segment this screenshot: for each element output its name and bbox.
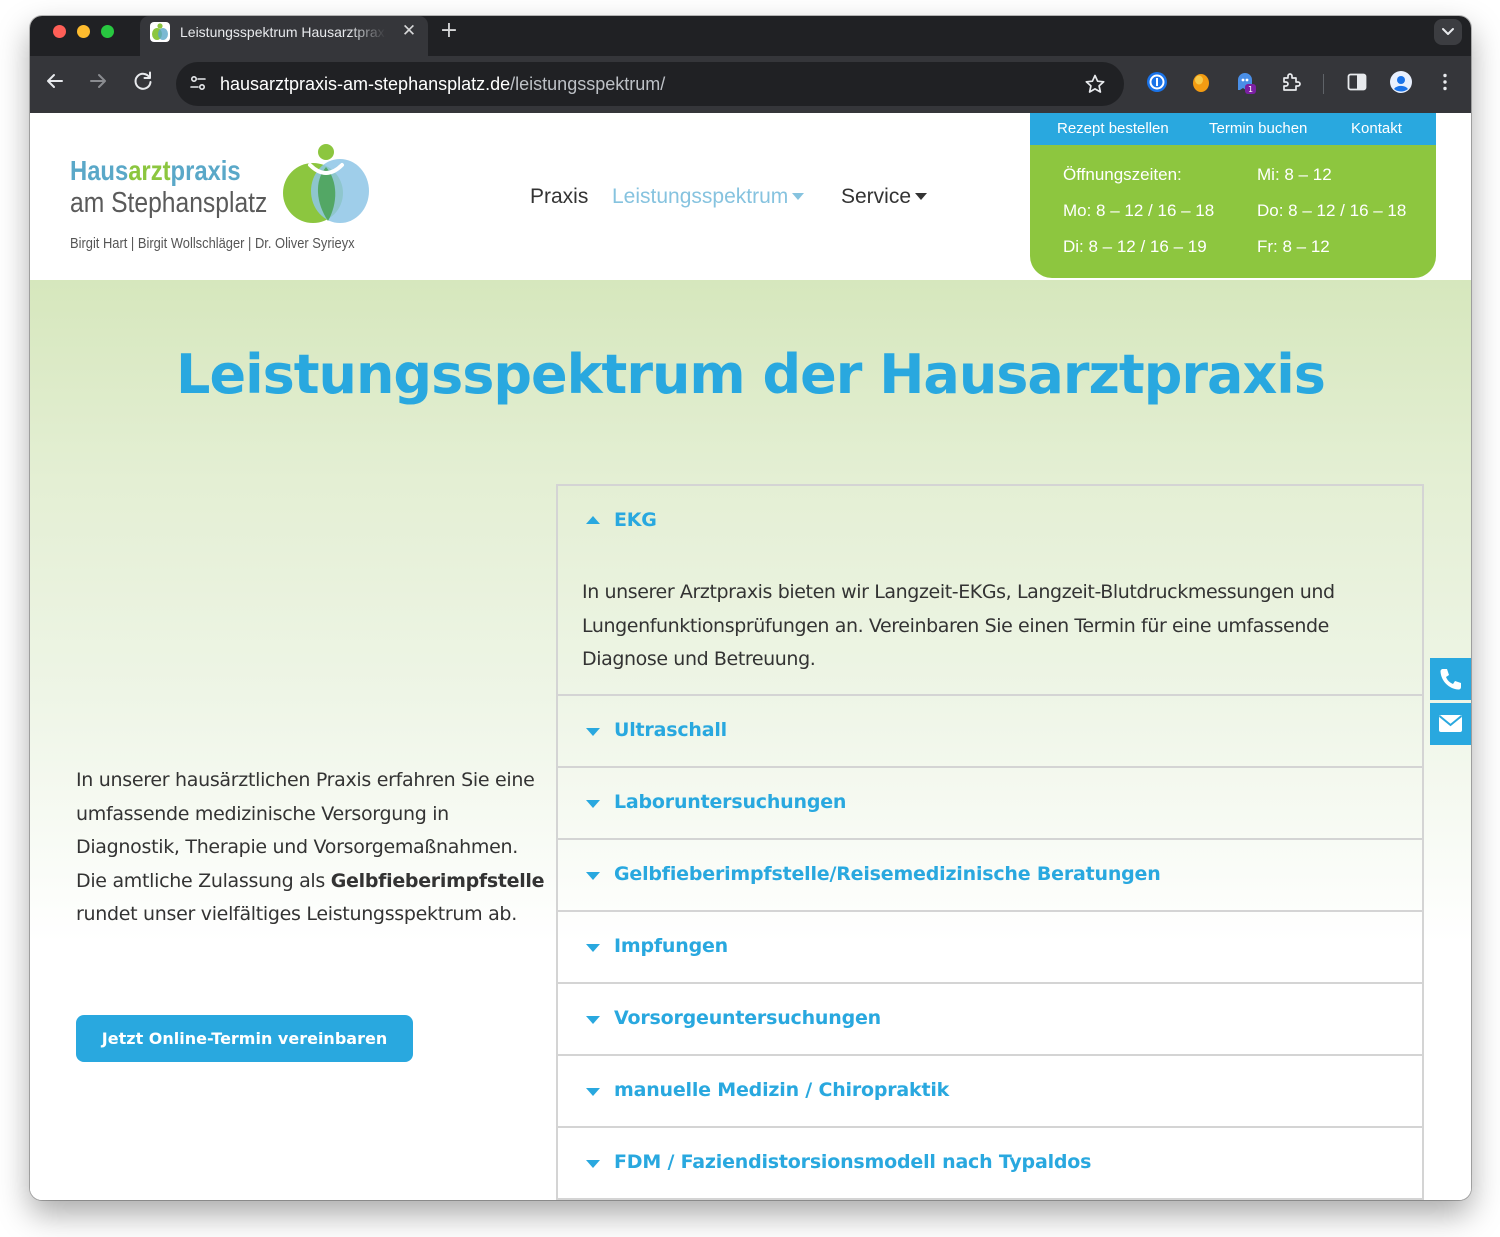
chevron-down-icon [586, 728, 600, 736]
bookmark-star-icon[interactable] [1084, 73, 1106, 95]
accordion-item[interactable]: manuelle Medizin / Chiropraktik [558, 1056, 1422, 1128]
url-text[interactable]: hausarztpraxis-am-stephansplatz.de/leist… [220, 72, 665, 96]
hours-monday: Mo: 8 – 12 / 16 – 18 [1063, 201, 1215, 220]
site-settings-icon[interactable] [188, 73, 208, 93]
new-tab-button[interactable]: + [436, 20, 462, 44]
close-window-button[interactable] [53, 25, 66, 38]
extension-orange-icon[interactable] [1189, 70, 1213, 94]
back-arrow-icon[interactable] [42, 68, 68, 94]
accordion-title[interactable]: Gelbfieberimpfstelle/Reisemedizinische B… [614, 860, 1161, 888]
profile-avatar-icon[interactable] [1389, 70, 1413, 94]
tab-strip: Leistungsspektrum Hausarztpraxis am Step… [30, 16, 1471, 56]
quick-links-bar: Rezept bestellen Termin buchen Kontakt [1030, 113, 1436, 145]
logo-leaf-icon[interactable] [280, 137, 372, 225]
extensions-puzzle-icon[interactable] [1279, 70, 1303, 94]
accordion-title[interactable]: Ultraschall [614, 716, 727, 744]
accordion-item[interactable]: Ultraschall [558, 696, 1422, 768]
tab-title: Leistungsspektrum Hausarztpraxis am Step… [180, 24, 386, 40]
forward-arrow-icon[interactable] [85, 68, 111, 94]
logo-part-haus: Haus [70, 155, 129, 186]
more-menu-icon[interactable] [1433, 70, 1457, 94]
hours-heading: Öffnungszeiten: [1063, 165, 1182, 184]
accordion-title[interactable]: Impfungen [614, 932, 728, 960]
intro-text2-before: Die amtliche Zulassung als [76, 869, 331, 892]
caret-down-icon [792, 192, 805, 200]
accordion-title[interactable]: Vorsorgeuntersuchungen [614, 1004, 881, 1032]
extension-badge: 1 [1248, 85, 1253, 94]
link-rezept-bestellen[interactable]: Rezept bestellen [1057, 119, 1169, 139]
browser-toolbar: hausarztpraxis-am-stephansplatz.de/leist… [30, 56, 1471, 113]
intro-text2-after: rundet unser vielfältiges Leistungsspekt… [76, 903, 517, 925]
intro-paragraph-2: Die amtliche Zulassung als Gelbfieberimp… [76, 865, 546, 932]
chevron-down-icon [586, 800, 600, 808]
accordion-item[interactable]: Gelbfieberimpfstelle/Reisemedizinische B… [558, 840, 1422, 912]
nav-leistungsspektrum[interactable]: Leistungsspektrum [612, 183, 805, 211]
accordion-title[interactable]: manuelle Medizin / Chiropraktik [614, 1076, 949, 1104]
address-bar[interactable]: hausarztpraxis-am-stephansplatz.de/leist… [176, 62, 1124, 106]
logo-line1: Hausarztpraxis [70, 155, 267, 187]
opening-hours-box: Rezept bestellen Termin buchen Kontakt Ö… [1030, 113, 1436, 278]
chevron-down-icon [586, 872, 600, 880]
chevron-down-icon [586, 1016, 600, 1024]
hero-section: Leistungsspektrum der Hausarztpraxis In … [30, 280, 1471, 1200]
side-mail-button[interactable] [1430, 703, 1471, 745]
maximize-window-button[interactable] [101, 25, 114, 38]
logo-line2: am Stephansplatz [70, 187, 268, 219]
side-panel-icon[interactable] [1345, 70, 1369, 94]
logo-doctors: Birgit Hart | Birgit Wollschläger | Dr. … [70, 235, 355, 252]
link-termin-buchen[interactable]: Termin buchen [1209, 119, 1307, 139]
accordion-title[interactable]: FDM / Faziendistorsionsmodell nach Typal… [614, 1148, 1091, 1176]
hours-thursday: Do: 8 – 12 / 16 – 18 [1257, 201, 1407, 220]
accordion-item[interactable]: FDM / Faziendistorsionsmodell nach Typal… [558, 1128, 1422, 1200]
nav-praxis[interactable]: Praxis [530, 183, 588, 211]
hours-tuesday: Di: 8 – 12 / 16 – 19 [1063, 237, 1207, 256]
toolbar-separator [1323, 74, 1324, 94]
accordion-title[interactable]: EKG [614, 506, 657, 534]
browser-window: Leistungsspektrum Hausarztpraxis am Step… [30, 16, 1471, 1200]
site-favicon-icon [150, 22, 170, 42]
accordion-content: In unserer Arztpraxis bieten wir Langzei… [582, 581, 1335, 670]
nav-service-label: Service [841, 185, 912, 208]
site-header: Hausarztpraxis am Stephansplatz Birgit H… [30, 113, 1471, 280]
password-manager-icon[interactable] [1145, 70, 1169, 94]
nav-leistungsspektrum-label: Leistungsspektrum [612, 185, 789, 208]
mail-icon [1438, 715, 1463, 732]
minimize-window-button[interactable] [77, 25, 90, 38]
tab-search-button[interactable] [1434, 19, 1462, 45]
accordion-title[interactable]: Laboruntersuchungen [614, 788, 846, 816]
browser-tab-active[interactable]: Leistungsspektrum Hausarztpraxis am Step… [140, 16, 428, 56]
web-page: Hausarztpraxis am Stephansplatz Birgit H… [30, 113, 1471, 1200]
chevron-down-icon [586, 1088, 600, 1096]
intro-text2-bold: Gelbfieberimpfstelle [330, 869, 545, 892]
chevron-down-icon [586, 944, 600, 952]
nav-service[interactable]: Service [841, 183, 928, 211]
logo-part-arzt: arzt [128, 155, 171, 186]
accordion-item[interactable]: Vorsorgeuntersuchungen [558, 984, 1422, 1056]
intro-paragraph-1: In unserer hausärztlichen Praxis erfahre… [76, 769, 535, 858]
hours-wednesday: Mi: 8 – 12 [1257, 165, 1332, 184]
reload-icon[interactable] [130, 68, 156, 94]
page-title: Leistungsspektrum der Hausarztpraxis [176, 343, 1326, 406]
accordion-item[interactable]: Impfungen [558, 912, 1422, 984]
link-kontakt[interactable]: Kontakt [1351, 119, 1402, 139]
site-logo[interactable]: Hausarztpraxis am Stephansplatz [70, 155, 302, 219]
url-host: hausarztpraxis-am-stephansplatz.de [220, 74, 511, 94]
chevron-up-icon[interactable] [586, 516, 600, 524]
close-tab-icon[interactable]: ✕ [398, 20, 420, 42]
chevron-down-icon [586, 1160, 600, 1168]
extension-ghost-icon[interactable]: 1 [1233, 70, 1257, 94]
side-phone-button[interactable] [1430, 658, 1471, 700]
accordion-item[interactable]: Laboruntersuchungen [558, 768, 1422, 840]
online-appointment-button[interactable]: Jetzt Online-Termin vereinbaren [76, 1015, 413, 1062]
hours-friday: Fr: 8 – 12 [1257, 237, 1330, 256]
phone-icon [1440, 669, 1461, 690]
intro-text: In unserer hausärztlichen Praxis erfahre… [76, 764, 546, 932]
url-path: /leistungsspektrum/ [510, 74, 666, 94]
services-accordion: EKG In unserer Arztpraxis bieten wir Lan… [556, 484, 1424, 1200]
accordion-item-expanded: EKG In unserer Arztpraxis bieten wir Lan… [558, 486, 1422, 696]
chevron-down-icon [1442, 28, 1454, 35]
caret-down-icon [915, 192, 928, 200]
logo-part-praxis: praxis [170, 155, 241, 186]
